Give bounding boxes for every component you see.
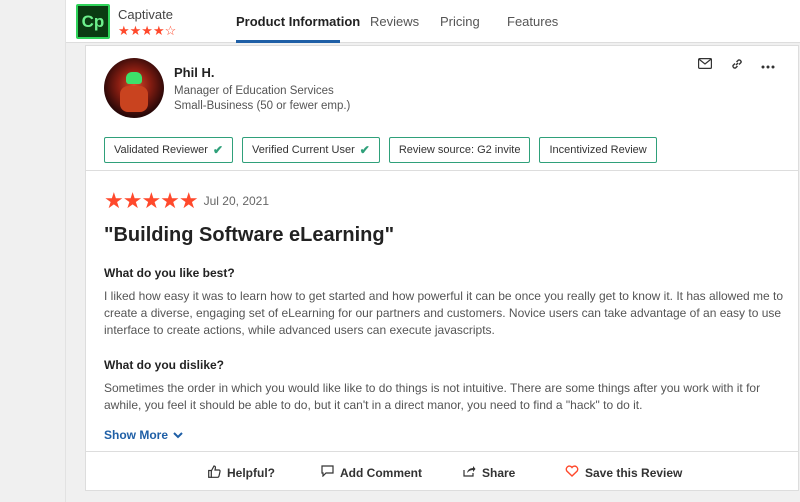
thumbs-up-icon (208, 465, 221, 481)
heart-icon (565, 465, 579, 480)
comment-icon (321, 465, 334, 480)
review-card: Phil H. Manager of Education Services Sm… (85, 45, 799, 491)
review-date: Jul 20, 2021 (203, 194, 270, 208)
review-rating-row: ★★★★★ Jul 20, 2021 (104, 188, 784, 213)
add-comment-button[interactable]: Add Comment (321, 465, 422, 480)
like-answer: I liked how easy it was to learn how to … (104, 289, 784, 337)
tab-pricing[interactable]: Pricing (440, 14, 480, 29)
badge-incentivized-review[interactable]: Incentivized Review (539, 137, 657, 163)
badge-label: Review source: G2 invite (398, 144, 521, 156)
product-header: Cp Captivate ★★★★☆ Product Information R… (66, 0, 800, 43)
tab-product-information[interactable]: Product Information (236, 14, 360, 29)
share-button[interactable]: Share (463, 465, 515, 480)
save-review-button[interactable]: Save this Review (565, 465, 682, 480)
badge-label: Incentivized Review (549, 144, 647, 156)
more-icon[interactable] (760, 57, 776, 73)
review-stars: ★★★★★ (104, 188, 199, 213)
show-more-button[interactable]: Show More (104, 428, 183, 442)
review-actions: Helpful? Add Comment Share Save this Rev… (86, 451, 798, 491)
dislike-answer: Sometimes the order in which you would l… (104, 381, 761, 412)
chevron-down-icon (173, 428, 183, 442)
logo-text: Cp (81, 11, 105, 31)
reviewer-title: Manager of Education Services (174, 85, 334, 97)
badge-label: Verified Current User (252, 144, 355, 156)
tab-features[interactable]: Features (507, 14, 558, 29)
helpful-label: Helpful? (227, 466, 275, 480)
left-margin (0, 0, 66, 502)
product-name[interactable]: Captivate (118, 7, 173, 22)
reviewer-company-size: Small-Business (50 or fewer emp.) (174, 100, 351, 112)
dislike-question: What do you dislike? (104, 358, 225, 372)
avatar (104, 58, 164, 118)
add-comment-label: Add Comment (340, 465, 422, 480)
helpful-button[interactable]: Helpful? (208, 465, 275, 481)
captivate-logo[interactable]: Cp (76, 4, 110, 39)
badge-validated-reviewer[interactable]: Validated Reviewer ✔ (104, 137, 234, 163)
share-label: Share (482, 465, 516, 480)
tab-reviews[interactable]: Reviews (370, 14, 419, 29)
like-question: What do you like best? (104, 266, 235, 280)
link-icon[interactable] (729, 57, 745, 73)
check-icon: ✔ (212, 143, 224, 157)
product-rating-stars: ★★★★☆ (118, 23, 177, 38)
reviewer-badges: Validated Reviewer ✔ Verified Current Use… (104, 137, 657, 163)
badge-review-source[interactable]: Review source: G2 invite (388, 137, 531, 163)
reviewer-section: Phil H. Manager of Education Services Sm… (86, 46, 798, 171)
review-title: "Building Software eLearning" (104, 224, 395, 246)
reviewer-name: Phil H. (174, 65, 215, 80)
review-body: ★★★★★ Jul 20, 2021 "Building Software eL… (104, 188, 784, 444)
avatar-visor (126, 72, 142, 84)
save-review-label: Save this Review (585, 465, 683, 480)
active-tab-indicator (236, 40, 340, 43)
show-more-label: Show More (104, 428, 169, 442)
check-icon: ✔ (359, 143, 370, 157)
badge-label: Validated Reviewer (114, 144, 208, 156)
avatar-body (120, 86, 148, 112)
mail-icon[interactable] (697, 57, 713, 73)
share-icon (463, 465, 476, 480)
badge-verified-current-user[interactable]: Verified Current User ✔ (242, 137, 380, 163)
